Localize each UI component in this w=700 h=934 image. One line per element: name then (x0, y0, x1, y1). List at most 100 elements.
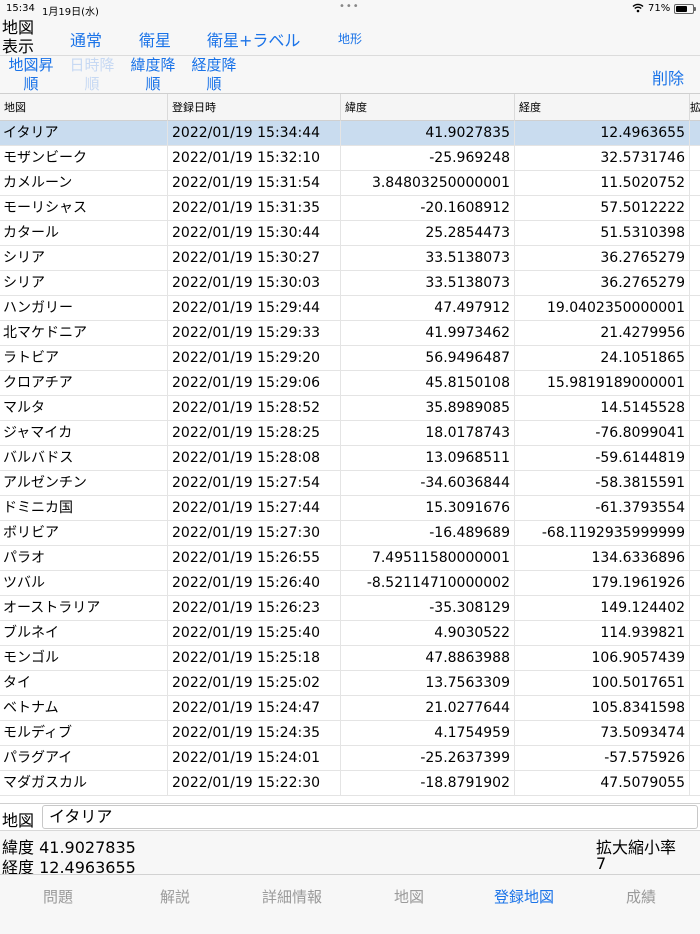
cell-map-name: モンゴル (0, 646, 168, 671)
tab-map[interactable]: 地図 (351, 886, 467, 907)
status-bar: 15:34 1月19日(水) ••• 71% (0, 0, 700, 18)
table-row[interactable]: ベトナム 2022/01/19 15:24:47 21.0277644 105.834… (0, 696, 700, 721)
cell-longitude: 12.4963655 (515, 121, 690, 146)
column-header-map[interactable]: 地図 (0, 94, 168, 121)
cell-longitude: 11.5020752 (515, 171, 690, 196)
cell-registered-date: 2022/01/19 15:34:44 (168, 121, 341, 146)
cell-longitude: -57.575926 (515, 746, 690, 771)
cell-longitude: 105.8341598 (515, 696, 690, 721)
table-row[interactable]: ボリビア 2022/01/19 15:27:30 -16.489689 -68.119… (0, 521, 700, 546)
tab-question[interactable]: 問題 (0, 886, 116, 907)
map-mode-terrain-button[interactable]: 地形 (338, 30, 362, 47)
cell-longitude: 36.2765279 (515, 246, 690, 271)
cell-latitude: 3.84803250000001 (341, 171, 515, 196)
table-row[interactable]: ハンガリー 2022/01/19 15:29:44 47.497912 19.0402… (0, 296, 700, 321)
cell-map-name: イタリア (0, 121, 168, 146)
table-header: 地図 登録日時 緯度 経度 拡 (0, 94, 700, 121)
cell-longitude: 47.5079055 (515, 771, 690, 796)
table-row[interactable]: パラオ 2022/01/19 15:26:55 7.49511580000001 13… (0, 546, 700, 571)
map-name-field[interactable]: イタリア (42, 805, 698, 829)
cell-zoom (690, 521, 700, 546)
column-header-longitude[interactable]: 経度 (515, 94, 690, 121)
cell-zoom (690, 421, 700, 446)
table-row[interactable]: ブルネイ 2022/01/19 15:25:40 4.9030522 114.9398… (0, 621, 700, 646)
cell-registered-date: 2022/01/19 15:32:10 (168, 146, 341, 171)
cell-zoom (690, 346, 700, 371)
cell-latitude: 13.7563309 (341, 671, 515, 696)
cell-latitude: 4.9030522 (341, 621, 515, 646)
cell-registered-date: 2022/01/19 15:24:35 (168, 721, 341, 746)
cell-zoom (690, 496, 700, 521)
table-row[interactable]: モザンビーク 2022/01/19 15:32:10 -25.969248 32.57… (0, 146, 700, 171)
cell-latitude: 33.5138073 (341, 271, 515, 296)
table-row[interactable]: モルディブ 2022/01/19 15:24:35 4.1754959 73.5093… (0, 721, 700, 746)
table-row[interactable]: モンゴル 2022/01/19 15:25:18 47.8863988 106.905… (0, 646, 700, 671)
cell-longitude: 15.9819189000001 (515, 371, 690, 396)
column-header-date[interactable]: 登録日時 (168, 94, 341, 121)
table-row[interactable]: ドミニカ国 2022/01/19 15:27:44 15.3091676 -61.37… (0, 496, 700, 521)
table-row[interactable]: タイ 2022/01/19 15:25:02 13.7563309 100.50176… (0, 671, 700, 696)
map-mode-satellite-button[interactable]: 衛星 (139, 27, 171, 51)
cell-registered-date: 2022/01/19 15:29:06 (168, 371, 341, 396)
cell-latitude: -20.1608912 (341, 196, 515, 221)
map-mode-standard-button[interactable]: 通常 (70, 27, 102, 51)
cell-longitude: 134.6336896 (515, 546, 690, 571)
cell-zoom (690, 671, 700, 696)
cell-longitude: -61.3793554 (515, 496, 690, 521)
map-mode-hybrid-button[interactable]: 衛星+ラベル (207, 27, 300, 51)
table-row[interactable]: オーストラリア 2022/01/19 15:26:23 -35.308129 149.… (0, 596, 700, 621)
table-row[interactable]: ラトビア 2022/01/19 15:29:20 56.9496487 24.1051… (0, 346, 700, 371)
column-header-latitude[interactable]: 緯度 (341, 94, 515, 121)
table-row[interactable]: ツバル 2022/01/19 15:26:40 -8.52114710000002 1… (0, 571, 700, 596)
cell-map-name: ブルネイ (0, 621, 168, 646)
multitask-dots-icon[interactable]: ••• (339, 1, 360, 12)
cell-latitude: 47.8863988 (341, 646, 515, 671)
cell-longitude: -68.1192935999999 (515, 521, 690, 546)
table-row[interactable]: イタリア 2022/01/19 15:34:44 41.9027835 12.4963… (0, 121, 700, 146)
table-row[interactable]: カタール 2022/01/19 15:30:44 25.2854473 51.5310… (0, 221, 700, 246)
delete-button[interactable]: 削除 (652, 65, 684, 89)
table-row[interactable]: シリア 2022/01/19 15:30:27 33.5138073 36.27652… (0, 246, 700, 271)
cell-map-name: ベトナム (0, 696, 168, 721)
cell-latitude: 4.1754959 (341, 721, 515, 746)
registered-map-list[interactable]: イタリア 2022/01/19 15:34:44 41.9027835 12.4963… (0, 121, 700, 803)
sort-lng-desc-button[interactable]: 経度降 順 (186, 56, 242, 94)
cell-latitude: -18.8791902 (341, 771, 515, 796)
sort-map-asc-button[interactable]: 地図昇 順 (4, 56, 58, 94)
table-row[interactable]: マダガスカル 2022/01/19 15:22:30 -18.8791902 47.5… (0, 771, 700, 796)
cell-registered-date: 2022/01/19 15:29:20 (168, 346, 341, 371)
cell-map-name: クロアチア (0, 371, 168, 396)
tab-registered-maps[interactable]: 登録地図 (466, 886, 582, 907)
table-row[interactable]: パラグアイ 2022/01/19 15:24:01 -25.2637399 -57.5… (0, 746, 700, 771)
cell-map-name: ツバル (0, 571, 168, 596)
column-header-zoom[interactable]: 拡 (690, 94, 700, 121)
cell-map-name: カメルーン (0, 171, 168, 196)
cell-zoom (690, 146, 700, 171)
table-row[interactable]: バルバドス 2022/01/19 15:28:08 13.0968511 -59.61… (0, 446, 700, 471)
table-row[interactable]: アルゼンチン 2022/01/19 15:27:54 -34.6036844 -58.… (0, 471, 700, 496)
table-row[interactable]: クロアチア 2022/01/19 15:29:06 45.8150108 15.981… (0, 371, 700, 396)
sort-date-desc-button[interactable]: 日時降 順 (64, 56, 120, 94)
cell-registered-date: 2022/01/19 15:28:08 (168, 446, 341, 471)
table-row[interactable]: カメルーン 2022/01/19 15:31:54 3.84803250000001… (0, 171, 700, 196)
zoom-label: 拡大縮小率 (596, 838, 677, 857)
cell-map-name: シリア (0, 246, 168, 271)
tab-details[interactable]: 詳細情報 (234, 886, 350, 907)
cell-registered-date: 2022/01/19 15:31:54 (168, 171, 341, 196)
cell-map-name: ハンガリー (0, 296, 168, 321)
cell-latitude: 18.0178743 (341, 421, 515, 446)
tab-explanation[interactable]: 解説 (117, 886, 233, 907)
sort-lat-desc-button[interactable]: 緯度降 順 (125, 56, 181, 94)
cell-latitude: 15.3091676 (341, 496, 515, 521)
cell-registered-date: 2022/01/19 15:30:44 (168, 221, 341, 246)
table-row[interactable]: ジャマイカ 2022/01/19 15:28:25 18.0178743 -76.80… (0, 421, 700, 446)
cell-zoom (690, 121, 700, 146)
table-row[interactable]: モーリシャス 2022/01/19 15:31:35 -20.1608912 57.5… (0, 196, 700, 221)
cell-latitude: 25.2854473 (341, 221, 515, 246)
tab-results[interactable]: 成績 (583, 886, 699, 907)
table-row[interactable]: 北マケドニア 2022/01/19 15:29:33 41.9973462 21.42… (0, 321, 700, 346)
cell-zoom (690, 696, 700, 721)
table-row[interactable]: シリア 2022/01/19 15:30:03 33.5138073 36.27652… (0, 271, 700, 296)
table-row[interactable]: マルタ 2022/01/19 15:28:52 35.8989085 14.51455… (0, 396, 700, 421)
cell-longitude: 106.9057439 (515, 646, 690, 671)
